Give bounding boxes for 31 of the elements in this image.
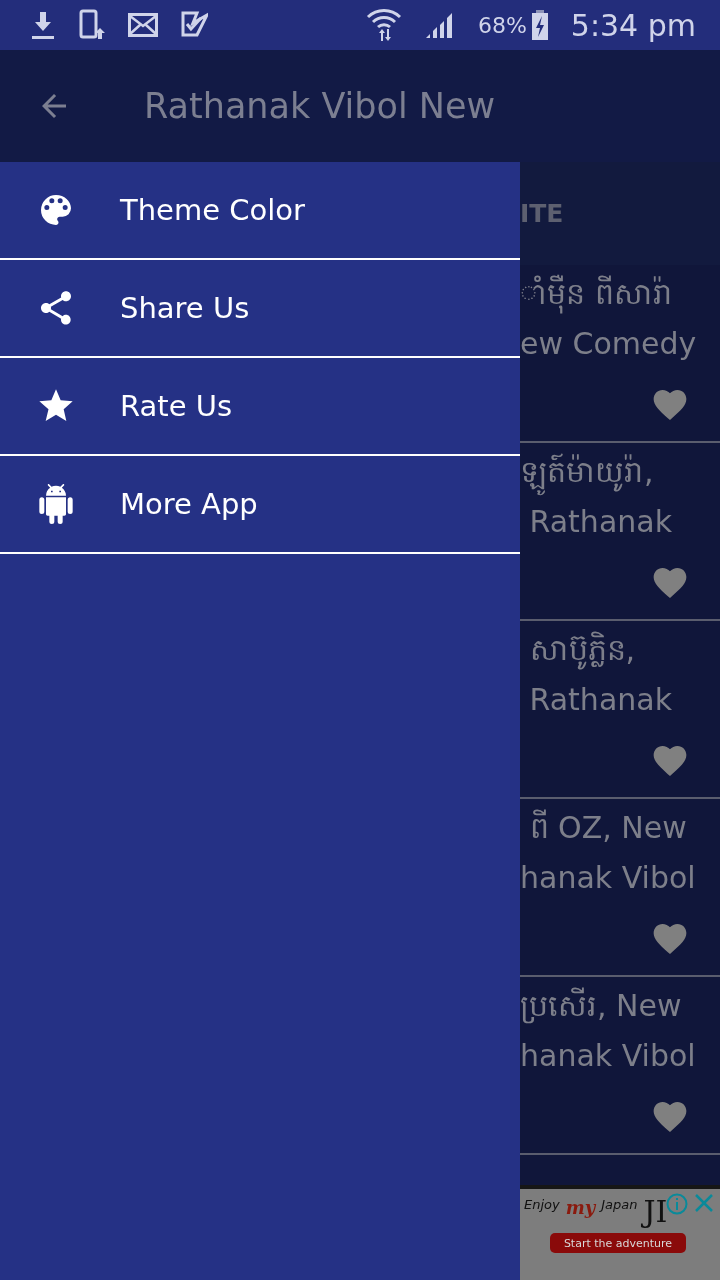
wifi-icon	[365, 7, 402, 43]
row-title: សាប៊ូភ្លិន,	[520, 625, 720, 675]
ad-text: Enjoy	[524, 1197, 560, 1212]
row-title: hanak Vibol	[520, 859, 697, 897]
drawer-item[interactable]: More App	[0, 456, 520, 554]
ad-button[interactable]: Start the adventure	[550, 1233, 686, 1253]
row-title: ឡូត៍ម៉ាយូរ៉ា,	[520, 447, 720, 497]
download-icon	[30, 10, 56, 40]
phone-update-icon	[78, 9, 106, 41]
row-title: ពី OZ, New	[528, 808, 688, 847]
android-icon	[36, 484, 76, 524]
clock: 5:34 pm	[570, 7, 696, 43]
ad-text: Japan	[601, 1197, 638, 1212]
mail-icon	[128, 13, 158, 37]
row-title: ew Comedy	[520, 325, 698, 363]
row-title: ប្រសើរ, New	[520, 986, 683, 1026]
app-title: Rathanak Vibol New	[144, 86, 496, 126]
list-row[interactable]: ពី OZ, New hanak Vibol	[520, 799, 720, 977]
list-row[interactable]: ប្រសើរ, New hanak Vibol	[520, 977, 720, 1155]
row-title: Rathanak	[528, 681, 674, 719]
battery-charging-icon	[530, 10, 549, 40]
row-title: hanak Vibol	[520, 1037, 697, 1075]
list-row[interactable]: ឡូត៍ម៉ាយូរ៉ា, Rathanak	[520, 443, 720, 621]
checkbox-icon	[180, 10, 208, 40]
ad-text: my	[565, 1197, 596, 1218]
row-title: Rathanak	[528, 503, 674, 541]
row-title: ាំម៉ឺន ពីសារ៉ា	[520, 269, 720, 319]
battery-percentage: 68%	[477, 12, 527, 38]
ad-logo: JI	[643, 1197, 668, 1227]
list-row[interactable]: ាំម៉ឺន ពីសារ៉ា ew Comedy	[520, 265, 720, 443]
list-row[interactable]: សាប៊ូភ្លិន, Rathanak	[520, 621, 720, 799]
